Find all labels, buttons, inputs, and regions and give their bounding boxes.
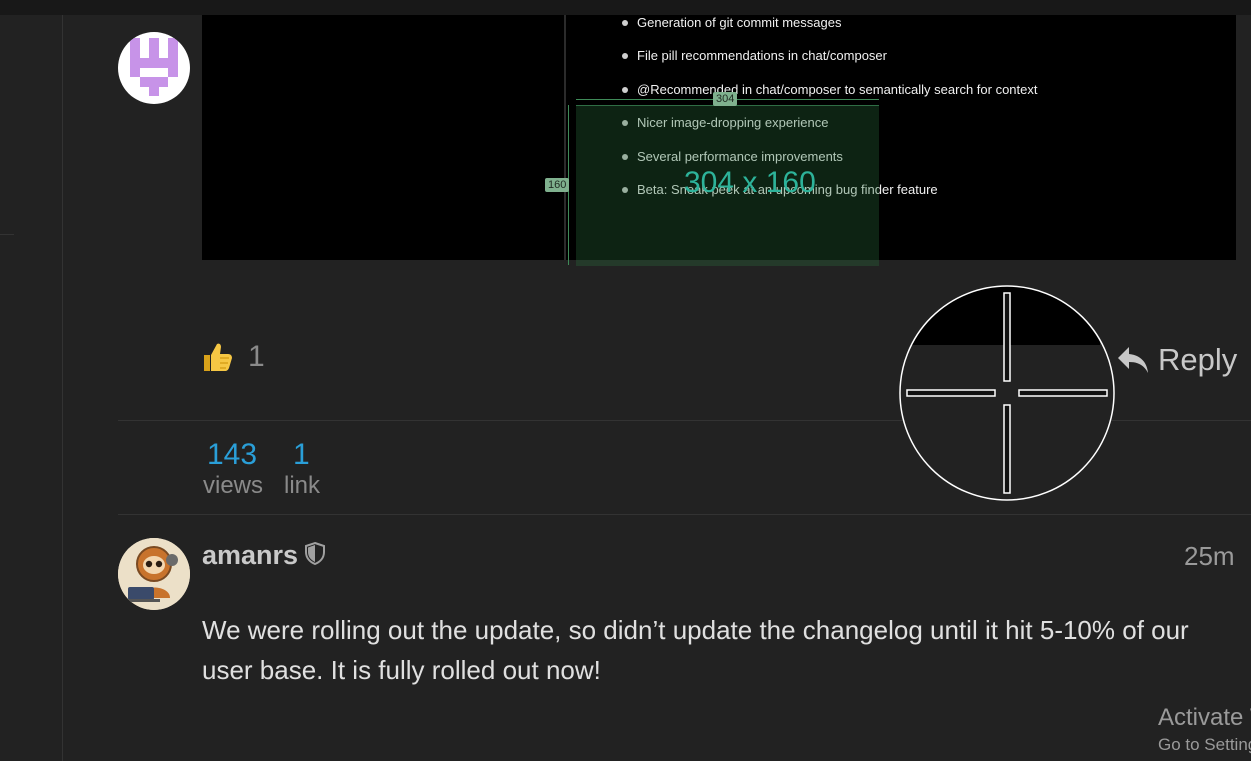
like-count: 1 [248, 340, 265, 373]
sidebar-border [62, 15, 63, 761]
post-body: We were rolling out the update, so didn’… [202, 615, 1189, 685]
activate-windows-watermark: Activate Windows Go to Settings to activ… [1158, 703, 1251, 757]
shield-icon [305, 541, 325, 565]
top-bar [0, 0, 1251, 15]
list-item: Generation of git commit messages [622, 15, 1038, 48]
activate-title: Activate Windows [1158, 704, 1251, 731]
avatar-pixel-icon [130, 38, 178, 96]
avatar[interactable] [118, 538, 190, 610]
measure-width-label: 304 [713, 92, 738, 106]
list-item: File pill recommendations in chat/compos… [622, 48, 1038, 81]
links-label: link [284, 472, 321, 499]
measure-size-readout: 304 x 160 [684, 166, 816, 199]
reply-label: Reply [1158, 342, 1238, 377]
views-stat: 143 views [203, 438, 263, 500]
activate-subtitle: Go to Settings to activate Windows. [1158, 735, 1251, 754]
views-label: views [203, 472, 264, 499]
avatar[interactable] [118, 32, 190, 104]
sidebar-divider [0, 234, 14, 235]
reply-arrow-icon [1118, 347, 1148, 373]
crosshair-icon [899, 285, 1115, 501]
like-reaction[interactable]: 1 [200, 340, 265, 374]
image-divider [564, 15, 566, 260]
measure-height-label: 160 [545, 178, 570, 192]
avatar-astronaut-icon [118, 538, 190, 610]
links-stat[interactable]: 1 link [284, 438, 320, 500]
reply-button[interactable]: Reply [1116, 342, 1237, 378]
post-timestamp[interactable]: 25m [1184, 541, 1235, 572]
thumbs-up-icon[interactable] [200, 340, 234, 374]
links-count: 1 [293, 438, 310, 471]
divider [118, 514, 1251, 515]
views-count: 143 [207, 438, 258, 471]
post-username[interactable]: amanrs [202, 540, 298, 571]
